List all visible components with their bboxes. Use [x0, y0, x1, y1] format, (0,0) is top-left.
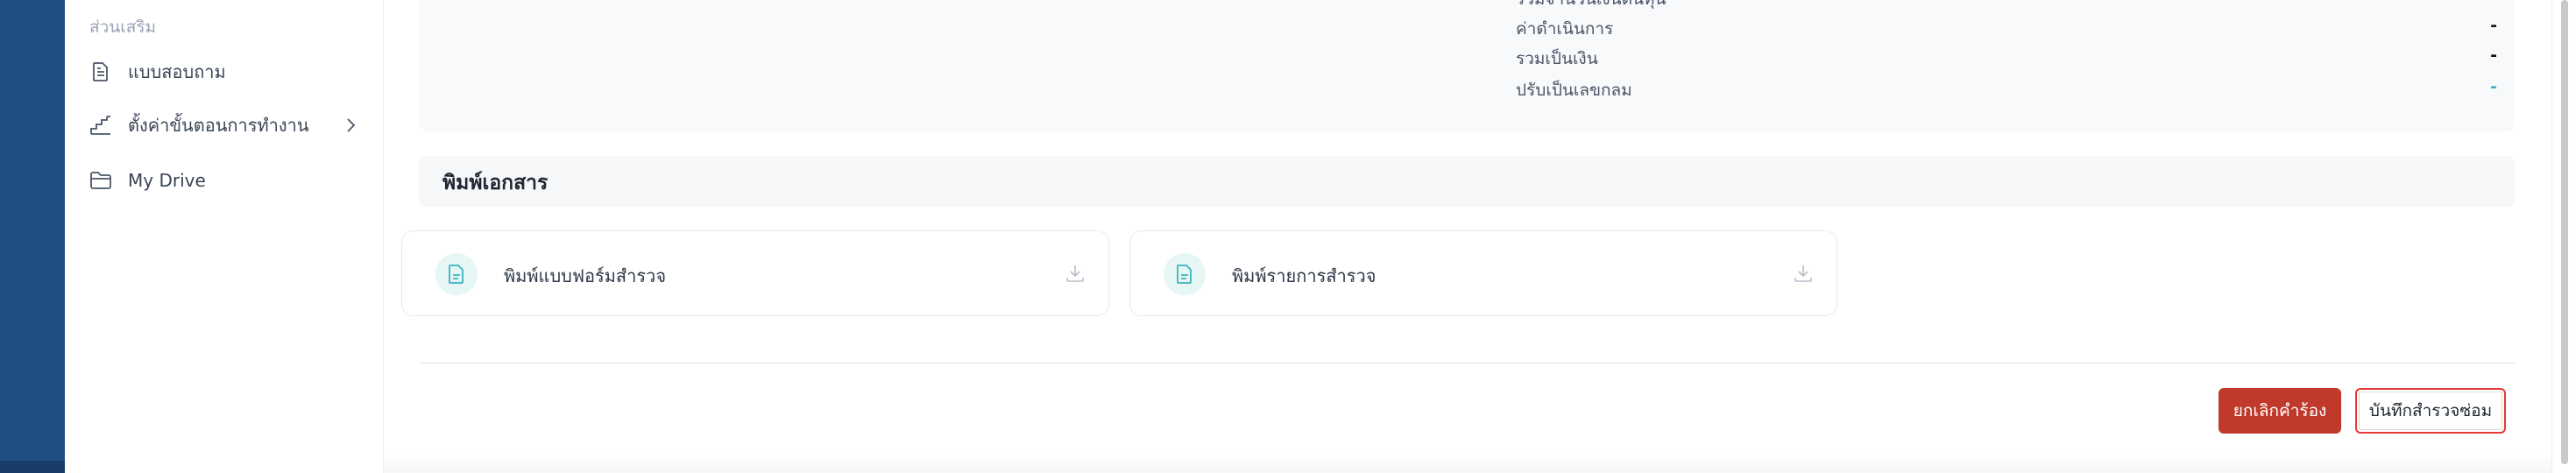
sidebar-item-label: ตั้งค่าขั้นตอนการทำงาน	[128, 115, 309, 136]
print-survey-list-card[interactable]: พิมพ์รายการสำรวจ	[1129, 230, 1837, 316]
sidebar: ส่วนเสริม แบบสอบถาม ตั้งค่าขั้นตอนการทำง…	[65, 0, 384, 473]
save-repair-survey-button[interactable]: บันทึกสำรวจซ่อม	[2355, 388, 2506, 434]
main-content: รวมจำนวนเงินต้นทุน - ค่าดำเนินการ - รวมเ…	[384, 0, 2551, 473]
vertical-scrollbar[interactable]	[2551, 0, 2576, 473]
folder-icon	[89, 169, 112, 192]
cost-summary-panel: รวมจำนวนเงินต้นทุน - ค่าดำเนินการ - รวมเ…	[419, 0, 2515, 131]
summary-row-total-amount: รวมเป็นเงิน -	[1516, 46, 2497, 72]
summary-row-rounding: ปรับเป็นเลขกลม -	[1516, 77, 2497, 103]
summary-value: -	[2490, 0, 2497, 5]
download-icon[interactable]	[1791, 261, 1815, 286]
doc-card-label: พิมพ์แบบฟอร์มสำรวจ	[504, 265, 667, 286]
sidebar-item-label: My Drive	[128, 170, 206, 191]
file-icon	[1164, 253, 1206, 295]
sidebar-item-label: แบบสอบถาม	[128, 61, 226, 82]
summary-label: รวมเป็นเงิน	[1516, 49, 1598, 68]
cancel-request-button[interactable]: ยกเลิกคำร้อง	[2219, 388, 2341, 434]
file-icon	[435, 253, 478, 295]
sidebar-item-workflow-settings[interactable]: ตั้งค่าขั้นตอนการทำงาน	[89, 108, 361, 143]
download-icon[interactable]	[1063, 261, 1087, 286]
print-survey-form-card[interactable]: พิมพ์แบบฟอร์มสำรวจ	[401, 230, 1109, 316]
summary-value: -	[2490, 77, 2497, 96]
section-title: พิมพ์เอกสาร	[442, 172, 548, 194]
summary-label: รวมจำนวนเงินต้นทุน	[1516, 0, 1666, 12]
summary-row-total-cost: รวมจำนวนเงินต้นทุน -	[1516, 0, 2497, 12]
summary-label: ค่าดำเนินการ	[1516, 19, 1614, 39]
doc-card-label: พิมพ์รายการสำรวจ	[1232, 265, 1376, 286]
summary-row-operation-fee: ค่าดำเนินการ -	[1516, 16, 2497, 42]
scrollbar-thumb[interactable]	[2561, 0, 2568, 464]
rail-footer	[0, 461, 65, 473]
chevron-right-icon	[340, 115, 361, 136]
divider	[419, 363, 2515, 364]
document-icon	[89, 60, 112, 83]
sidebar-item-my-drive[interactable]: My Drive	[89, 163, 361, 198]
stairs-icon	[89, 114, 112, 137]
summary-value: -	[2490, 46, 2497, 65]
sidebar-item-questionnaire[interactable]: แบบสอบถาม	[89, 54, 361, 89]
bottom-fade	[384, 452, 2551, 473]
summary-value: -	[2490, 16, 2497, 35]
summary-label: ปรับเป็นเลขกลม	[1516, 81, 1632, 100]
sidebar-section-label: ส่วนเสริม	[89, 18, 157, 37]
print-documents-header: พิมพ์เอกสาร	[419, 156, 2515, 207]
app-rail	[0, 0, 65, 473]
